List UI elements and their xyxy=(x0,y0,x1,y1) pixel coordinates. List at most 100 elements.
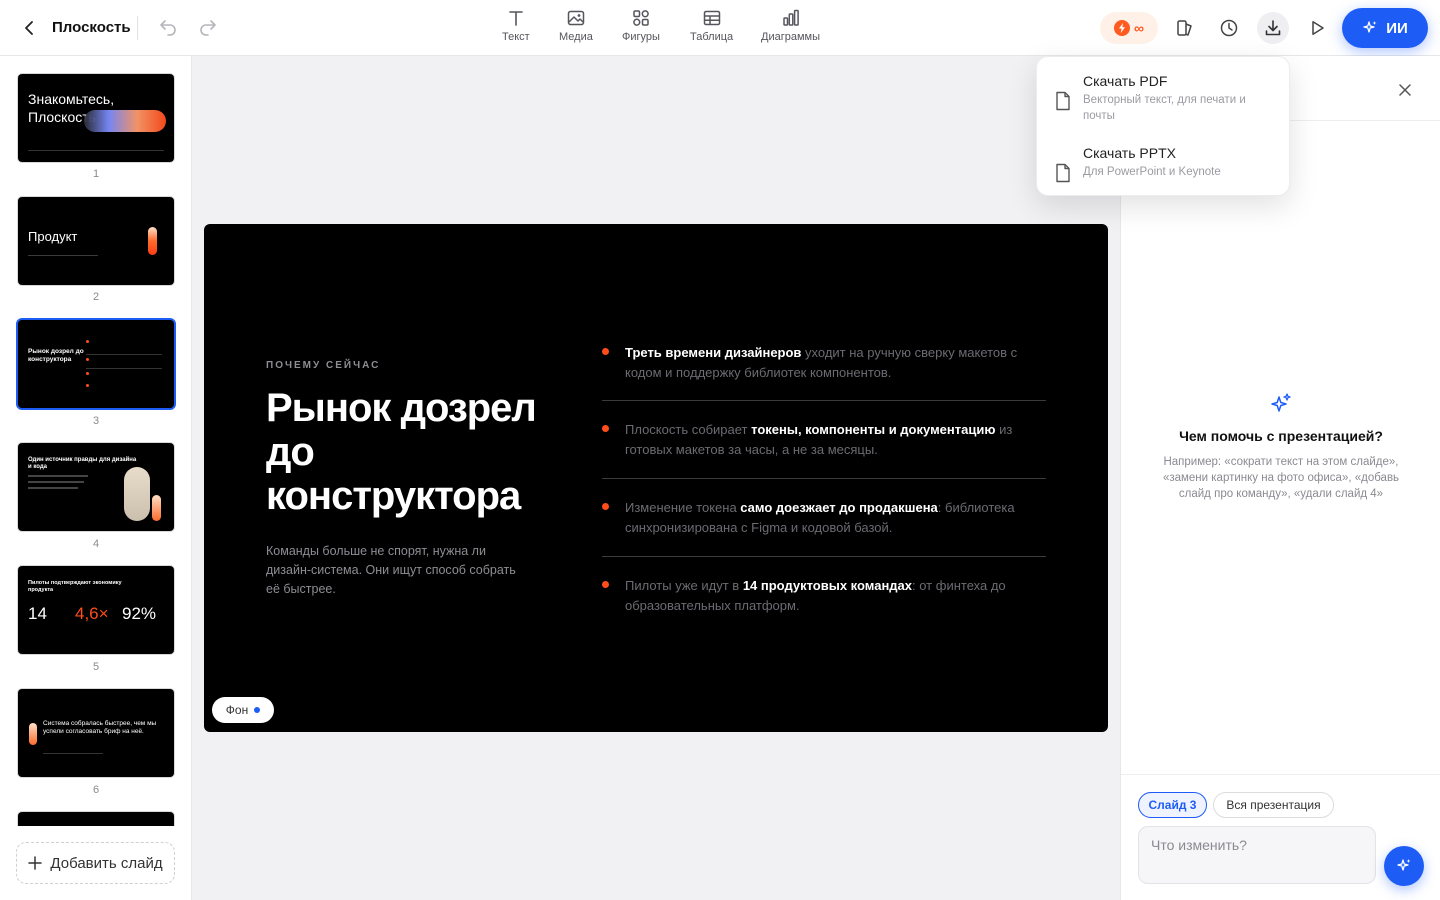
undo-icon xyxy=(160,20,176,36)
slide-number: 3 xyxy=(92,415,100,427)
ai-button[interactable]: ИИ xyxy=(1342,8,1428,48)
thumbnail-bullet xyxy=(86,384,89,387)
add-slide-button[interactable]: Добавить слайд xyxy=(16,842,175,884)
slide-thumbnail-1[interactable]: Знакомьтесь, Плоскость xyxy=(18,74,174,162)
download-pptx-item[interactable]: Скачать PPTX Для PowerPoint и Keynote xyxy=(1037,145,1291,209)
file-icon xyxy=(1056,163,1070,183)
bullet-dot xyxy=(602,348,609,355)
bullet-text: Треть времени дизайнеров уходит на ручну… xyxy=(625,345,1018,380)
scope-chip-presentation[interactable]: Вся презентация xyxy=(1213,792,1334,818)
chevron-left-icon xyxy=(25,21,33,35)
redo-button[interactable] xyxy=(196,16,220,40)
tool-shapes-label: Фигуры xyxy=(622,31,660,43)
redo-icon xyxy=(200,20,216,36)
slide-thumbnail-title: Один источник правды для дизайна и кода xyxy=(28,457,137,470)
tool-table[interactable]: Таблица xyxy=(690,8,733,48)
thumbnail-orange-capsule xyxy=(148,227,157,255)
slide-thumbnail-title: Пилоты подтверждают экономику продукта xyxy=(28,580,122,593)
back-button[interactable] xyxy=(18,16,42,40)
tool-table-label: Таблица xyxy=(690,31,734,43)
sparkles-icon xyxy=(1397,859,1411,871)
bullet-divider xyxy=(602,556,1046,557)
slide-number: 4 xyxy=(92,538,100,550)
tool-charts[interactable]: Диаграммы xyxy=(761,8,820,48)
send-button[interactable] xyxy=(1384,846,1424,886)
bullet-text: Изменение токена само доезжает до продак… xyxy=(625,500,1015,535)
toolbar-divider xyxy=(137,16,138,40)
bullet-divider xyxy=(602,400,1046,401)
slides-sidebar: Знакомьтесь, Плоскость 1 Продукт 2 Рынок… xyxy=(0,56,192,900)
slide-thumbnail-title: Продукт xyxy=(28,229,78,244)
top-bar: Плоскость Текст Медиа Фигуры Таблица Диа… xyxy=(0,0,1440,56)
history-button[interactable] xyxy=(1213,12,1245,44)
background-button[interactable]: Фон xyxy=(212,697,274,723)
slide-thumbnail-5[interactable]: Пилоты подтверждают экономику продукта 1… xyxy=(18,566,174,654)
plus-icon xyxy=(28,856,43,870)
download-pptx-title: Скачать PPTX xyxy=(1083,145,1176,161)
credits-badge[interactable]: ∞ xyxy=(1100,12,1158,44)
tool-media[interactable]: Медиа xyxy=(559,8,593,48)
credits-value: ∞ xyxy=(1134,20,1144,36)
tool-text[interactable]: Текст xyxy=(502,8,530,48)
panel-question: Чем помочь с презентацией? xyxy=(1179,428,1383,444)
tool-media-label: Медиа xyxy=(559,31,593,43)
tool-text-label: Текст xyxy=(502,31,530,43)
sparkles-icon xyxy=(1363,21,1377,33)
slide-thumbnail-3[interactable]: Рынок дозрел до конструктора xyxy=(18,320,174,408)
present-button[interactable] xyxy=(1301,12,1333,44)
slide-eyebrow[interactable]: ПОЧЕМУ СЕЙЧАС xyxy=(266,360,380,371)
bullet-dot xyxy=(602,425,609,432)
play-icon xyxy=(1312,21,1324,35)
chart-icon xyxy=(782,9,799,26)
thumbnail-orange-capsule xyxy=(29,723,37,745)
bolt-icon xyxy=(1114,20,1130,36)
thumbnail-photo-pill xyxy=(124,467,150,521)
download-pptx-subtitle: Для PowerPoint и Keynote xyxy=(1083,166,1221,178)
theme-button[interactable] xyxy=(1169,12,1201,44)
app-title: Плоскость xyxy=(52,19,131,36)
slide-thumbnail-2[interactable]: Продукт xyxy=(18,197,174,285)
slide-thumbnail-4[interactable]: Один источник правды для дизайна и кода xyxy=(18,443,174,531)
clock-icon xyxy=(1220,19,1238,37)
bullet-text: Плоскость собирает токены, компоненты и … xyxy=(625,422,1013,457)
add-slide-label: Добавить слайд xyxy=(50,854,163,872)
bullet-divider xyxy=(602,478,1046,479)
text-icon xyxy=(509,11,523,26)
file-icon xyxy=(1056,91,1070,111)
thumbnail-rule xyxy=(43,753,103,754)
thumbnail-orange-capsule xyxy=(152,495,161,521)
slide-thumbnail-title: Система собралась быстрее, чем мы успели… xyxy=(43,720,157,735)
thumbnail-rule xyxy=(86,368,162,369)
ai-prompt-input[interactable]: Что изменить? xyxy=(1138,826,1376,884)
ai-button-label: ИИ xyxy=(1386,19,1408,37)
bullet-dot xyxy=(602,581,609,588)
bullet-dot xyxy=(602,503,609,510)
slide-number: 6 xyxy=(92,784,100,796)
thumbnail-stat-3: 92% xyxy=(122,604,157,623)
panel-divider xyxy=(1121,774,1440,775)
slide-thumbnail-title: Рынок дозрел до конструктора xyxy=(28,348,84,363)
table-icon xyxy=(703,10,720,26)
slide-headline[interactable]: Рынок дозрел до конструктора xyxy=(266,386,566,518)
close-icon xyxy=(1399,84,1411,96)
tool-charts-label: Диаграммы xyxy=(761,31,820,43)
slide-canvas[interactable]: ПОЧЕМУ СЕЙЧАС Рынок дозрел до конструкто… xyxy=(204,224,1108,732)
thumbnail-rule xyxy=(28,255,98,256)
thumbnail-gradient-pill xyxy=(84,110,166,132)
bullet-text: Пилоты уже идут в 14 продуктовых команда… xyxy=(625,578,1006,613)
slide-number: 1 xyxy=(92,168,100,180)
download-pdf-item[interactable]: Скачать PDF Векторный текст, для печати … xyxy=(1037,73,1291,137)
scope-chip-slide[interactable]: Слайд 3 xyxy=(1138,792,1207,818)
background-dot xyxy=(254,707,261,713)
thumbnail-stat-1: 14 xyxy=(28,604,47,623)
slide-lead[interactable]: Команды больше не спорят, нужна ли дизай… xyxy=(266,542,516,599)
tool-shapes[interactable]: Фигуры xyxy=(622,8,660,48)
thumbnail-text-line xyxy=(28,487,78,489)
shapes-icon xyxy=(633,10,649,26)
undo-button[interactable] xyxy=(156,16,180,40)
download-button[interactable] xyxy=(1257,12,1289,44)
close-panel-button[interactable] xyxy=(1393,78,1417,102)
thumbnail-bullet xyxy=(86,358,89,361)
slide-thumbnail-6[interactable]: Система собралась быстрее, чем мы успели… xyxy=(18,689,174,777)
thumbnail-rule xyxy=(86,354,162,355)
